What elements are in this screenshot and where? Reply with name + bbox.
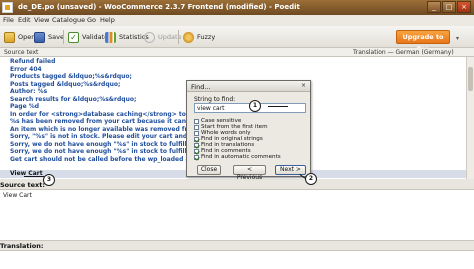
save-button[interactable]: Save bbox=[34, 30, 64, 44]
translation-editor[interactable] bbox=[0, 250, 474, 269]
find-dialog: Find... × String to find: Case sensitive… bbox=[186, 80, 311, 181]
fuzzy-icon bbox=[183, 31, 194, 43]
case-sensitive-checkbox[interactable] bbox=[194, 118, 199, 124]
toolbar-separator bbox=[63, 30, 64, 44]
open-label: Open bbox=[18, 33, 36, 41]
fuzzy-label: Fuzzy bbox=[197, 33, 216, 41]
find-dialog-title: Find... bbox=[191, 83, 211, 91]
find-input-extension bbox=[256, 103, 306, 113]
translation-column-header[interactable]: Translation — German (Germany) bbox=[353, 49, 454, 56]
save-label: Save bbox=[48, 33, 64, 41]
list-header: Source text Translation — German (German… bbox=[0, 48, 474, 57]
find-in-translations-checkbox[interactable] bbox=[194, 142, 199, 148]
callout-2: 2 bbox=[305, 173, 317, 185]
menu-help[interactable]: Help bbox=[100, 16, 115, 24]
upgrade-to-pro-button[interactable]: Upgrade to Pro bbox=[396, 30, 450, 53]
close-button[interactable]: Close bbox=[197, 165, 221, 175]
translation-label: Translation: bbox=[0, 242, 44, 250]
scrollbar-thumb[interactable] bbox=[468, 67, 473, 91]
fuzzy-button[interactable]: Fuzzy bbox=[183, 30, 215, 44]
next-button[interactable]: Next > bbox=[275, 165, 306, 175]
open-button[interactable]: Open bbox=[4, 30, 35, 44]
list-item[interactable]: Refund failed bbox=[0, 58, 466, 66]
checkmark-icon: ✓ bbox=[68, 31, 79, 43]
find-in-comments-checkbox[interactable] bbox=[194, 148, 199, 154]
find-in-original-checkbox[interactable] bbox=[194, 136, 199, 142]
close-window-button[interactable]: × bbox=[457, 1, 471, 13]
menu-file[interactable]: File bbox=[3, 16, 14, 24]
title-bar: de_DE.po (unsaved) - WooCommerce 2.3.7 F… bbox=[0, 0, 474, 15]
menu-go[interactable]: Go bbox=[87, 16, 96, 24]
string-to-find-label: String to find: bbox=[194, 96, 236, 103]
source-text-column-header[interactable]: Source text bbox=[4, 49, 38, 56]
poedit-app-icon bbox=[2, 2, 13, 13]
find-input[interactable] bbox=[194, 103, 256, 113]
find-dialog-close-icon[interactable]: × bbox=[299, 82, 308, 90]
callout-pointer bbox=[24, 176, 44, 177]
toolbar-overflow-icon[interactable]: ▾ bbox=[456, 35, 459, 42]
menu-view[interactable]: View bbox=[34, 16, 49, 24]
find-in-automatic-comments-checkbox[interactable] bbox=[194, 154, 199, 160]
validate-button[interactable]: ✓ Validate bbox=[68, 30, 108, 44]
floppy-disk-icon bbox=[34, 31, 45, 43]
update-button[interactable]: Update bbox=[144, 30, 182, 44]
toolbar-separator bbox=[178, 30, 179, 44]
callout-1: 1 bbox=[249, 100, 261, 112]
find-dialog-titlebar: Find... × bbox=[187, 81, 310, 92]
bar-chart-icon bbox=[105, 31, 116, 43]
refresh-icon bbox=[144, 31, 155, 43]
callout-3: 3 bbox=[43, 174, 55, 186]
previous-button[interactable]: < Previous bbox=[233, 165, 266, 181]
menu-edit[interactable]: Edit bbox=[18, 16, 31, 24]
callout-pointer bbox=[268, 106, 288, 107]
start-from-first-checkbox[interactable] bbox=[194, 124, 199, 130]
list-item[interactable]: Error 404 bbox=[0, 66, 466, 74]
source-text-value: View Cart bbox=[3, 192, 32, 199]
entries-scrollbar[interactable] bbox=[466, 57, 474, 179]
menu-catalogue[interactable]: Catalogue bbox=[52, 16, 85, 24]
menu-bar: File Edit View Catalogue Go Help bbox=[0, 15, 474, 26]
folder-icon bbox=[4, 31, 15, 43]
maximize-button[interactable]: □ bbox=[442, 1, 456, 13]
statistics-button[interactable]: Statistics bbox=[105, 30, 149, 44]
whole-words-checkbox[interactable] bbox=[194, 130, 199, 136]
minimize-button[interactable]: _ bbox=[427, 1, 441, 13]
source-text-label: Source text: bbox=[0, 181, 45, 189]
window-title: de_DE.po (unsaved) - WooCommerce 2.3.7 F… bbox=[18, 3, 300, 11]
source-text-pane: View Cart bbox=[0, 189, 474, 241]
find-in-automatic-comments-option[interactable]: Find in automatic comments bbox=[194, 154, 281, 160]
toolbar: Open Save ✓ Validate Statistics Update F… bbox=[0, 26, 474, 53]
